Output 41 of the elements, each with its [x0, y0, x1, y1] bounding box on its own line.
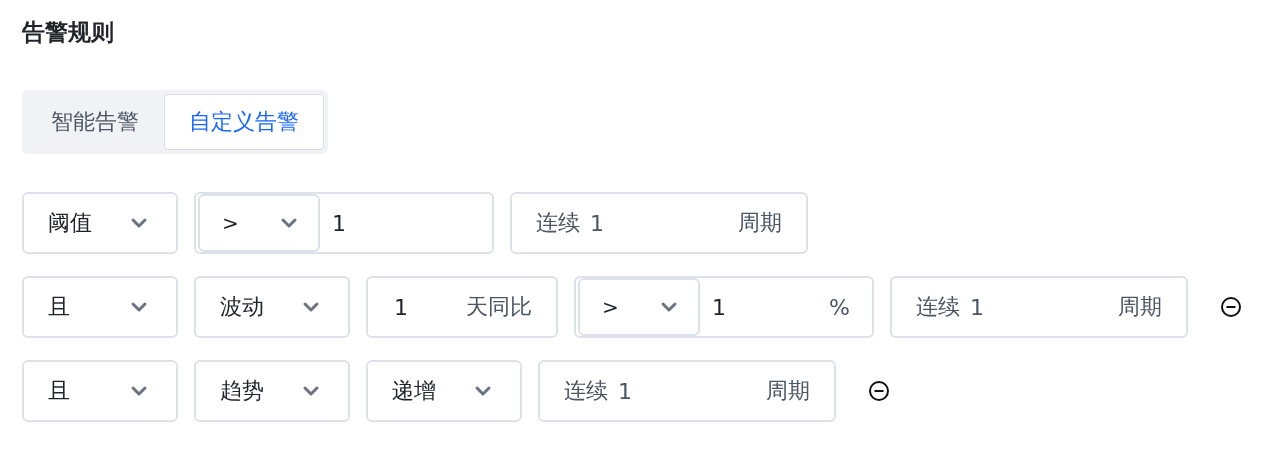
chevron-down-icon [130, 301, 148, 313]
prefix-label: 连续 [916, 293, 960, 321]
chevron-down-icon [474, 385, 492, 397]
select-field[interactable]: 波动 [194, 276, 350, 338]
unit-label: 周期 [738, 209, 782, 237]
unit-label: 周期 [1118, 293, 1162, 321]
chevron-down-icon [130, 217, 148, 229]
comparison-field[interactable]: > 1 % [574, 276, 874, 338]
input-value: 1 [332, 210, 347, 236]
input-value: 1 [970, 294, 985, 320]
remove-icon[interactable] [868, 380, 890, 402]
input-field[interactable]: 连续 1 周期 [538, 360, 836, 422]
chevron-down-icon [302, 301, 320, 313]
prefix-label: 连续 [564, 377, 608, 405]
select-field[interactable]: 趋势 [194, 360, 350, 422]
chevron-down-icon [280, 217, 298, 229]
select-field[interactable]: 阈值 [22, 192, 178, 254]
comparison-field[interactable]: > 1 [194, 192, 494, 254]
section-title: 告警规则 [22, 18, 115, 47]
input-value: 1 [712, 294, 727, 320]
select-field[interactable]: 且 [22, 360, 178, 422]
input-field[interactable]: 连续 1 周期 [510, 192, 808, 254]
input-field[interactable]: 连续 1 周期 [890, 276, 1188, 338]
prefix-label: 连续 [536, 209, 580, 237]
chevron-down-icon [130, 385, 148, 397]
unit-label: % [829, 294, 850, 320]
operator-select[interactable]: > [198, 194, 320, 252]
tab[interactable]: 自定义告警 [164, 94, 324, 150]
input-value: 1 [394, 294, 408, 320]
chevron-down-icon [302, 385, 320, 397]
unit-label: 天同比 [466, 293, 532, 321]
input-value: 1 [618, 378, 633, 404]
input-field[interactable]: 1 天同比 [366, 276, 558, 338]
chevron-down-icon [660, 301, 678, 313]
operator-select[interactable]: > [578, 278, 700, 336]
select-field[interactable]: 递增 [366, 360, 522, 422]
unit-label: 周期 [766, 377, 810, 405]
select-field[interactable]: 且 [22, 276, 178, 338]
tab[interactable]: 智能告警 [26, 94, 164, 150]
remove-icon[interactable] [1220, 296, 1242, 318]
input-value: 1 [590, 210, 605, 236]
